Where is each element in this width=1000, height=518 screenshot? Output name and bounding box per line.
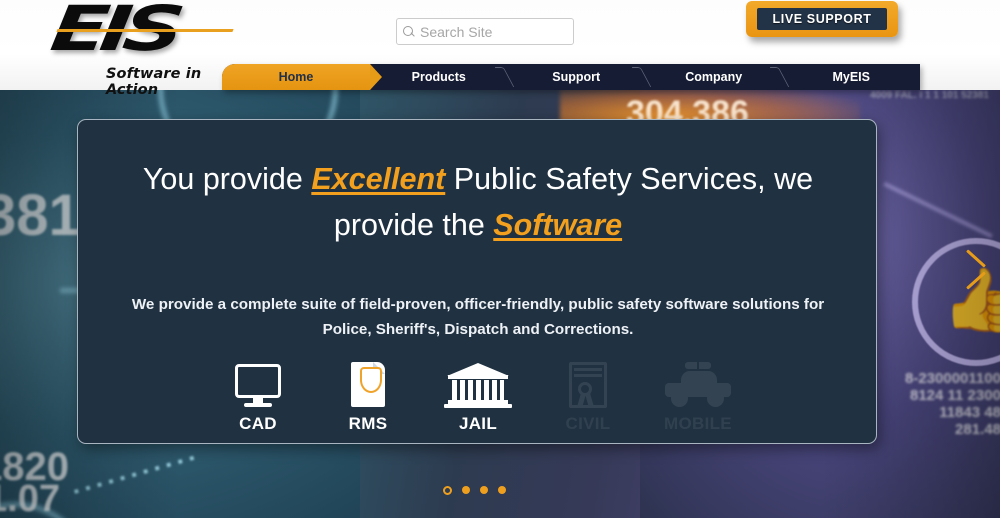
live-support-button[interactable]: LIVE SUPPORT (746, 1, 898, 37)
headline-accent-excellent: Excellent (311, 162, 446, 196)
nav-item-support[interactable]: Support (494, 64, 646, 90)
nav-item-products[interactable]: Products (370, 64, 508, 90)
nav-label: Support (552, 70, 601, 84)
product-label: CAD (239, 414, 277, 433)
product-label: JAIL (458, 414, 498, 433)
nav-label: Home (278, 70, 314, 84)
main-navigation: Home Products Support Company MyEIS (222, 64, 920, 90)
product-item-rms[interactable]: RMS (329, 360, 407, 434)
hero-content-panel: You provide Excellent Public Safety Serv… (77, 119, 877, 444)
nav-label: Company (685, 70, 743, 84)
logo-mark: EIS (46, 0, 248, 65)
document-badge-icon (329, 360, 407, 410)
product-item-cad[interactable]: CAD (219, 360, 297, 434)
carousel-dots (443, 482, 519, 498)
monitor-icon (219, 360, 297, 410)
nav-label: MyEIS (832, 70, 870, 84)
product-icon-row: CAD RMS JAIL CIVIL MOBILE (78, 360, 878, 434)
product-label: RMS (348, 414, 388, 433)
carousel-dot-1[interactable] (443, 485, 452, 495)
civil-document-icon (549, 360, 627, 410)
nav-item-myeis[interactable]: MyEIS (769, 64, 921, 90)
chevron-right-icon[interactable] (962, 248, 988, 292)
headline-part1: You provide (142, 162, 312, 196)
logo-orange-stripe (56, 29, 234, 32)
hero-banner: 381 1820 1.07 304,386 4009 FAL. I 1 1 10… (0, 90, 1000, 518)
hero-headline: You provide Excellent Public Safety Serv… (112, 156, 844, 248)
police-car-icon (659, 360, 737, 410)
nav-item-company[interactable]: Company (631, 64, 783, 90)
carousel-dot-3[interactable] (480, 486, 488, 494)
page-root: EIS Software in Action LIVE SUPPORT Home… (0, 0, 1000, 518)
product-item-jail[interactable]: JAIL (439, 360, 517, 434)
carousel-dot-4[interactable] (498, 486, 506, 494)
search-box[interactable] (396, 18, 601, 45)
nav-item-home[interactable]: Home (222, 64, 382, 90)
product-label: CIVIL (565, 414, 611, 433)
hero-subheadline: We provide a complete suite of field-pro… (131, 296, 825, 338)
product-item-mobile[interactable]: MOBILE (659, 360, 737, 434)
carousel-dot-2[interactable] (462, 486, 470, 494)
courthouse-icon (439, 360, 517, 410)
search-icon (403, 25, 416, 38)
nav-label: Products (411, 70, 466, 84)
live-support-label: LIVE SUPPORT (757, 8, 887, 30)
product-item-civil[interactable]: CIVIL (549, 360, 627, 434)
search-input[interactable] (416, 23, 601, 40)
headline-accent-software: Software (493, 208, 623, 242)
product-label: MOBILE (664, 414, 732, 433)
